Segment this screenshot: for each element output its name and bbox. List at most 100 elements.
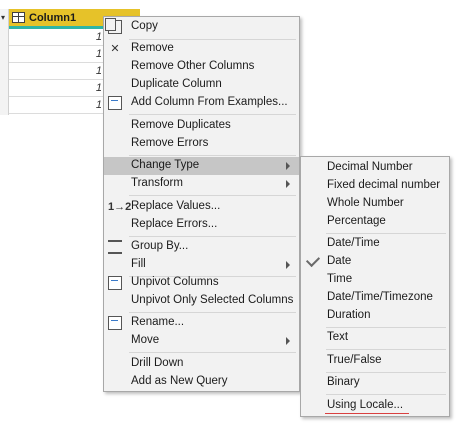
menu-item-label: Percentage (327, 215, 386, 227)
menu-separator (326, 394, 446, 395)
type-text[interactable]: Text (301, 329, 449, 347)
menu-item-remove[interactable]: ✕ Remove (104, 40, 299, 58)
type-binary[interactable]: Binary (301, 374, 449, 392)
menu-item-remove-other-columns[interactable]: Remove Other Columns (104, 58, 299, 76)
menu-item-label: Add Column From Examples... (131, 96, 288, 108)
menu-item-replace-values[interactable]: 1→2 Replace Values... (104, 198, 299, 216)
menu-item-label: Remove Other Columns (131, 60, 255, 72)
menu-item-label: Remove Errors (131, 137, 209, 149)
menu-item-label: Group By... (131, 240, 189, 252)
menu-item-label: Date/Time (327, 237, 380, 249)
menu-separator (326, 233, 446, 234)
menu-item-label: Drill Down (131, 357, 184, 369)
type-time[interactable]: Time (301, 271, 449, 289)
menu-item-label: Replace Values... (131, 200, 221, 212)
menu-item-label: Unpivot Columns (131, 276, 219, 288)
type-whole-number[interactable]: Whole Number (301, 195, 449, 213)
menu-separator (129, 114, 296, 115)
menu-item-label: Fixed decimal number (327, 179, 441, 191)
menu-item-fill[interactable]: Fill (104, 256, 299, 274)
replace-values-icon: 1→2 (108, 201, 132, 213)
menu-item-remove-errors[interactable]: Remove Errors (104, 135, 299, 153)
chevron-right-icon (286, 261, 290, 269)
cell-value: 1 (95, 31, 102, 43)
row-number-column (0, 29, 9, 115)
menu-item-label: Rename... (131, 316, 185, 328)
menu-item-duplicate-column[interactable]: Duplicate Column (104, 76, 299, 94)
menu-item-label: Add as New Query (131, 375, 228, 387)
table-column-icon (12, 12, 25, 23)
menu-item-move[interactable]: Move (104, 332, 299, 350)
menu-separator (129, 155, 296, 156)
menu-item-group-by[interactable]: Group By... (104, 238, 299, 256)
chevron-right-icon (286, 180, 290, 188)
chevron-right-icon (286, 337, 290, 345)
remove-icon: ✕ (110, 43, 120, 55)
cell-value: 1 (95, 82, 102, 94)
cell-value: 1 (95, 99, 102, 111)
type-using-locale[interactable]: Using Locale... (301, 397, 449, 415)
group-by-icon (108, 240, 122, 254)
type-duration[interactable]: Duration (301, 307, 449, 325)
column-header-label: Column1 (29, 12, 77, 24)
menu-separator (129, 236, 296, 237)
menu-item-label: Text (327, 331, 349, 343)
cell-value: 1 (95, 48, 102, 60)
column-context-menu: Copy ✕ Remove Remove Other Columns Dupli… (103, 16, 300, 392)
menu-item-label: Duplicate Column (131, 78, 222, 90)
menu-item-label: Transform (131, 177, 183, 189)
menu-item-change-type[interactable]: Change Type (104, 157, 299, 175)
copy-icon (105, 18, 122, 34)
add-column-examples-icon (108, 96, 122, 110)
grid-corner[interactable]: ▾ (0, 9, 9, 29)
type-date[interactable]: Date (301, 252, 449, 271)
checkmark-icon (305, 252, 321, 268)
unpivot-icon (108, 276, 122, 290)
menu-separator (129, 312, 296, 313)
menu-item-drill-down[interactable]: Drill Down (104, 355, 299, 373)
menu-item-remove-duplicates[interactable]: Remove Duplicates (104, 117, 299, 135)
chevron-right-icon (286, 162, 290, 170)
menu-item-label: Duration (327, 309, 371, 321)
menu-item-label: Change Type (131, 159, 200, 171)
menu-item-label: Replace Errors... (131, 218, 218, 230)
rename-icon (108, 316, 122, 330)
menu-item-label: Move (131, 334, 160, 346)
menu-item-rename[interactable]: Rename... (104, 314, 299, 332)
menu-item-transform[interactable]: Transform (104, 175, 299, 193)
type-decimal-number[interactable]: Decimal Number (301, 159, 449, 177)
change-type-submenu: Decimal Number Fixed decimal number Whol… (300, 156, 450, 417)
menu-item-label: True/False (327, 354, 382, 366)
menu-item-unpivot-only-selected[interactable]: Unpivot Only Selected Columns (104, 292, 299, 310)
menu-item-unpivot-columns[interactable]: Unpivot Columns (104, 274, 299, 292)
menu-item-label: Copy (131, 20, 158, 32)
menu-item-label: Date (327, 255, 352, 267)
menu-item-label: Unpivot Only Selected Columns (131, 294, 294, 306)
type-date-time-timezone[interactable]: Date/Time/Timezone (301, 289, 449, 307)
menu-item-add-column-from-examples[interactable]: Add Column From Examples... (104, 94, 299, 112)
menu-item-add-as-new-query[interactable]: Add as New Query (104, 373, 299, 391)
type-true-false[interactable]: True/False (301, 352, 449, 370)
menu-item-label: Time (327, 273, 353, 285)
menu-item-label: Remove (131, 42, 174, 54)
menu-item-label: Binary (327, 376, 360, 388)
menu-item-label: Date/Time/Timezone (327, 291, 433, 303)
cell-value: 1 (95, 65, 102, 77)
menu-item-label: Remove Duplicates (131, 119, 231, 131)
corner-dropdown-icon: ▾ (1, 13, 6, 22)
menu-item-label: Decimal Number (327, 161, 413, 173)
annotation-underline (325, 413, 409, 414)
menu-item-label: Whole Number (327, 197, 404, 209)
menu-item-label: Fill (131, 258, 146, 270)
menu-item-label: Using Locale... (327, 399, 404, 411)
menu-item-copy[interactable]: Copy (104, 18, 299, 36)
menu-separator (326, 327, 446, 328)
menu-separator (326, 372, 446, 373)
type-date-time[interactable]: Date/Time (301, 235, 449, 253)
menu-separator (129, 352, 296, 353)
type-percentage[interactable]: Percentage (301, 213, 449, 231)
menu-separator (129, 195, 296, 196)
menu-separator (326, 349, 446, 350)
menu-item-replace-errors[interactable]: Replace Errors... (104, 216, 299, 234)
type-fixed-decimal-number[interactable]: Fixed decimal number (301, 177, 449, 195)
